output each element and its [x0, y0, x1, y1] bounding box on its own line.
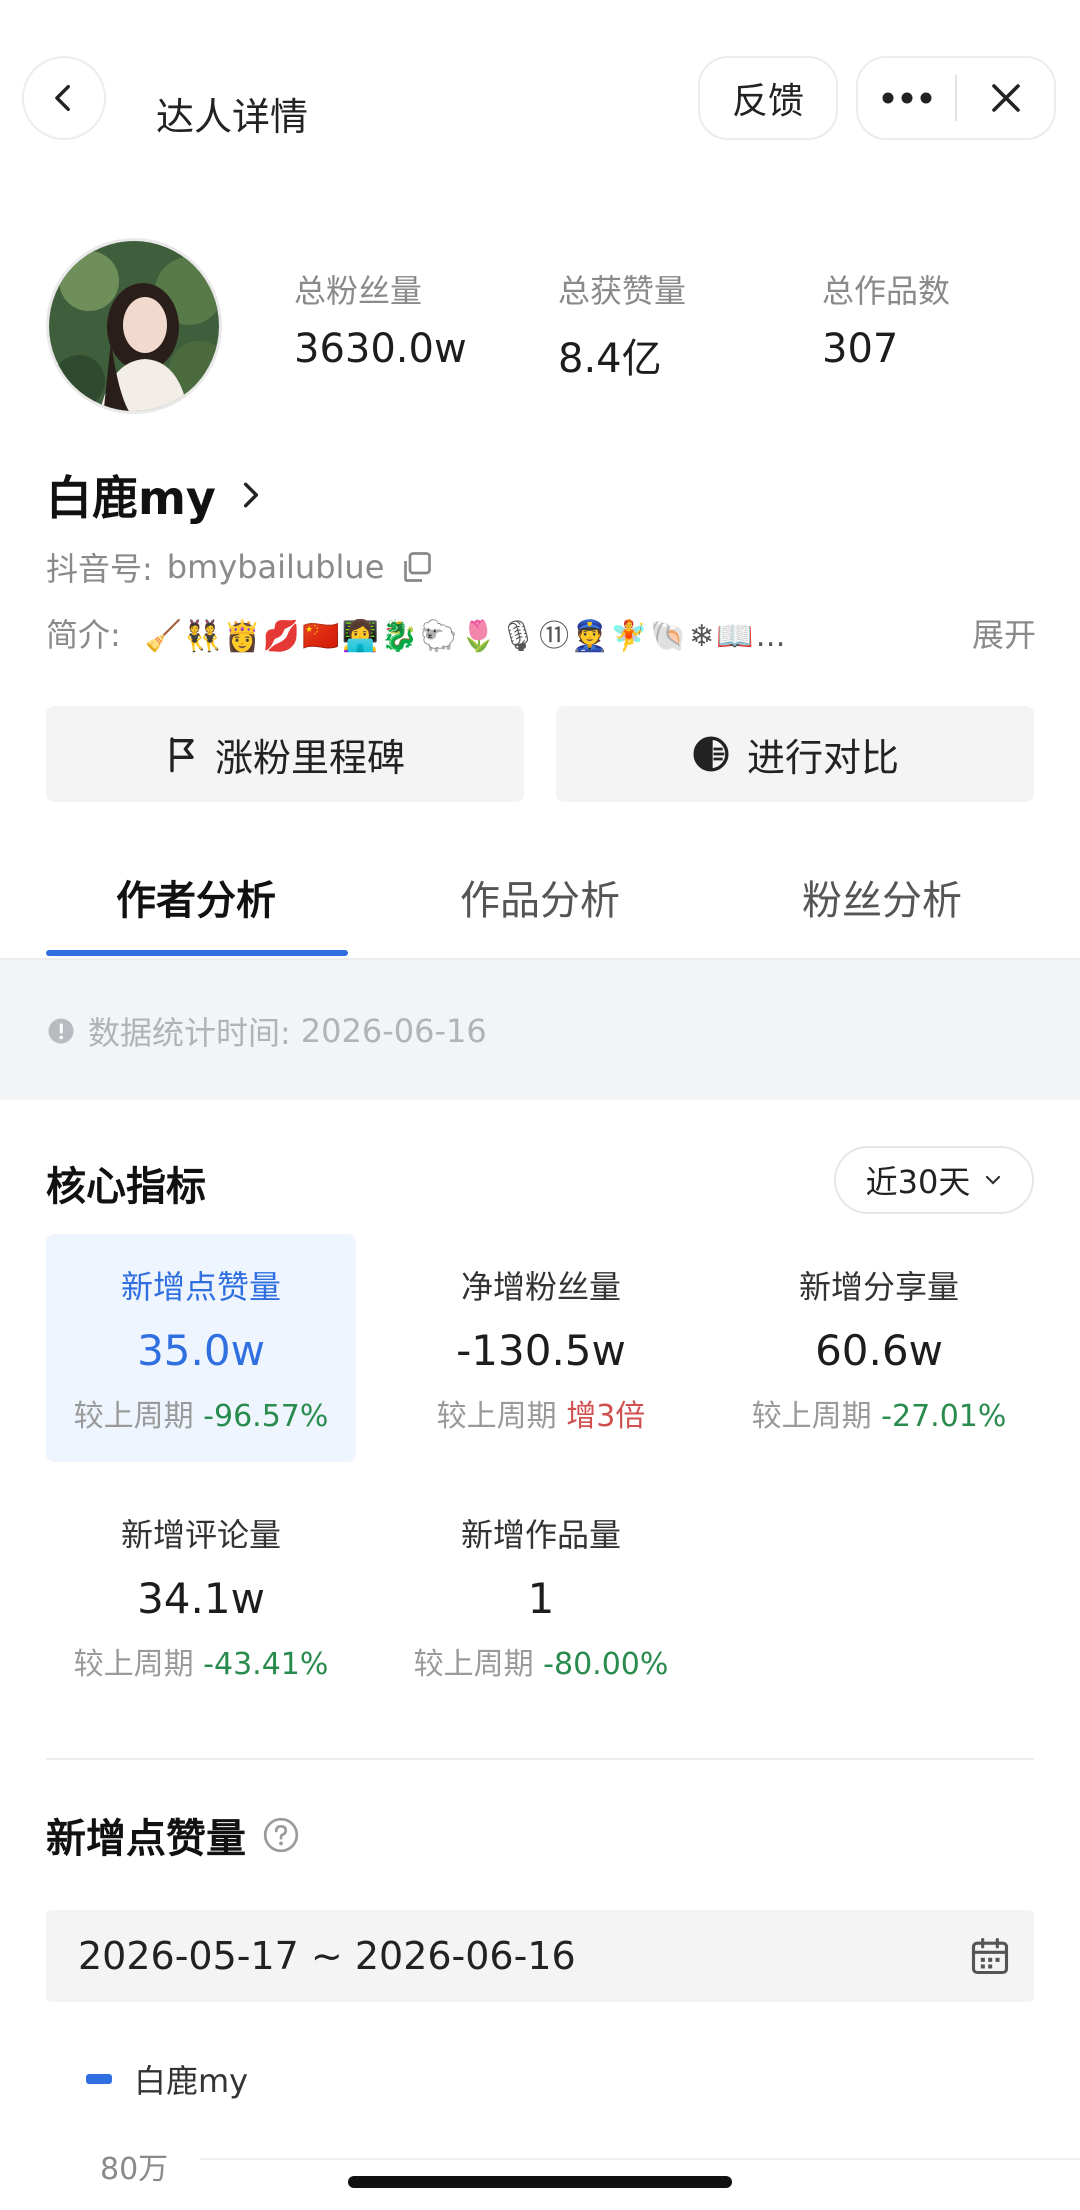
tab-author-analysis[interactable]: 作者分析: [116, 868, 276, 926]
stat-label-works: 总作品数: [822, 272, 951, 310]
range-select-value: 近30天: [865, 1163, 971, 1201]
metric-change: -27.01%: [881, 1399, 1007, 1434]
compare-prefix: 较上周期: [413, 1647, 534, 1682]
metric-card-new-shares[interactable]: 新增分享量 60.6w 较上周期 -27.01%: [724, 1234, 1034, 1462]
section-divider: [46, 1758, 1034, 1760]
profile-name-link[interactable]: 白鹿my: [46, 462, 264, 528]
calendar-icon: [971, 1937, 1009, 1975]
active-tab-indicator: [46, 950, 348, 956]
back-button[interactable]: [22, 56, 106, 140]
metric-compare: 较上周期 -43.41%: [46, 1639, 356, 1683]
metric-card-new-likes[interactable]: 新增点赞量 35.0w 较上周期 -96.57%: [46, 1234, 356, 1462]
milestone-button[interactable]: 涨粉里程碑: [46, 706, 524, 802]
likes-section-title: 新增点赞量: [46, 1816, 246, 1862]
metric-change: -96.57%: [203, 1399, 329, 1434]
metric-compare: 较上周期 增3倍: [386, 1391, 696, 1435]
profile-name: 白鹿my: [46, 471, 216, 525]
compare-prefix: 较上周期: [73, 1399, 194, 1434]
feedback-button[interactable]: 反馈: [698, 56, 838, 140]
compare-icon: [693, 736, 729, 772]
bio-row: 简介: 🧹👯👸💋🇨🇳👩‍💻🐉🐑🌷🎙⑪👮🧚🐚❄📖… 展开: [46, 610, 1036, 656]
expand-bio-link[interactable]: 展开: [972, 610, 1036, 656]
metric-label: 新增点赞量: [120, 1268, 281, 1306]
data-time-value: 2026-06-16: [300, 1012, 487, 1050]
compare-prefix: 较上周期: [73, 1647, 194, 1682]
stat-value-likes: 8.4亿: [558, 336, 662, 382]
metric-label: 新增分享量: [798, 1268, 959, 1306]
chart-gridline: [200, 2158, 1080, 2160]
core-metrics-title: 核心指标: [46, 1164, 206, 1210]
tab-works-analysis[interactable]: 作品分析: [460, 868, 620, 926]
avatar-photo: [49, 241, 219, 411]
chevron-right-icon: [243, 482, 258, 508]
stat-value-followers: 3630.0w: [294, 326, 467, 372]
more-button[interactable]: [858, 58, 955, 138]
close-icon: [991, 84, 1020, 112]
compare-prefix: 较上周期: [751, 1399, 872, 1434]
metric-label: 新增作品量: [460, 1516, 621, 1554]
metric-change: -43.41%: [203, 1647, 329, 1682]
metric-card-net-followers[interactable]: 净增粉丝量 -130.5w 较上周期 增3倍: [386, 1234, 696, 1462]
legend-swatch: [86, 2074, 112, 2084]
info-icon: [48, 1018, 74, 1044]
metric-value: 60.6w: [815, 1326, 943, 1375]
stat-value-works: 307: [822, 326, 899, 372]
stat-label-followers: 总粉丝量: [294, 272, 423, 310]
date-range-picker[interactable]: 2026-05-17 ~ 2026-06-16: [46, 1910, 1034, 2002]
metric-card-new-works[interactable]: 新增作品量 1 较上周期 -80.00%: [386, 1482, 696, 1710]
compare-prefix: 较上周期: [436, 1399, 557, 1434]
metric-change: -80.00%: [543, 1647, 669, 1682]
metric-label: 净增粉丝量: [460, 1268, 621, 1306]
y-axis-tick: 80万: [100, 2152, 169, 2187]
avatar[interactable]: [46, 238, 222, 414]
data-time-label: 数据统计时间:: [88, 1014, 291, 1052]
chevron-left-icon: [55, 84, 70, 112]
bio-text: 🧹👯👸💋🇨🇳👩‍💻🐉🐑🌷🎙⑪👮🧚🐚❄📖…: [144, 619, 788, 654]
metric-value: 1: [527, 1574, 555, 1623]
metric-value: 34.1w: [137, 1574, 265, 1623]
compare-button[interactable]: 进行对比: [556, 706, 1034, 802]
data-time-notice: 数据统计时间: 2026-06-16: [0, 960, 1080, 1100]
metric-change: 增3倍: [566, 1399, 646, 1434]
metric-compare: 较上周期 -96.57%: [46, 1391, 356, 1435]
metric-compare: 较上周期 -27.01%: [724, 1391, 1034, 1435]
metric-value: -130.5w: [456, 1326, 626, 1375]
milestone-label: 涨粉里程碑: [214, 735, 405, 780]
flag-icon: [170, 737, 194, 773]
metric-compare: 较上周期 -80.00%: [386, 1639, 696, 1683]
close-button[interactable]: [957, 58, 1054, 138]
copy-icon[interactable]: [398, 549, 434, 585]
metric-label: 新增评论量: [120, 1516, 281, 1554]
douyin-id-row: 抖音号: bmybailublue: [46, 544, 434, 590]
stat-label-likes: 总获赞量: [558, 272, 687, 310]
chevron-down-icon: [986, 1175, 1001, 1185]
douyin-id-value: bmybailublue: [166, 548, 385, 586]
page-title: 达人详情: [156, 95, 309, 139]
help-icon[interactable]: [262, 1816, 300, 1854]
home-indicator: [348, 2176, 732, 2188]
metric-value: 35.0w: [137, 1326, 265, 1375]
date-range-value: 2026-05-17 ~ 2026-06-16: [78, 1934, 576, 1978]
tab-fans-analysis[interactable]: 粉丝分析: [802, 868, 962, 926]
likes-section-header: 新增点赞量: [46, 1806, 300, 1864]
douyin-id-label: 抖音号:: [46, 550, 153, 588]
more-dots-icon: [882, 92, 931, 104]
capsule-menu: [856, 56, 1056, 140]
bio-label: 简介:: [46, 616, 121, 654]
compare-label: 进行对比: [746, 735, 899, 780]
range-select[interactable]: 近30天: [834, 1146, 1034, 1214]
chart-legend: 白鹿my: [86, 2056, 248, 2102]
legend-label: 白鹿my: [134, 2062, 249, 2100]
metric-card-new-comments[interactable]: 新增评论量 34.1w 较上周期 -43.41%: [46, 1482, 356, 1710]
